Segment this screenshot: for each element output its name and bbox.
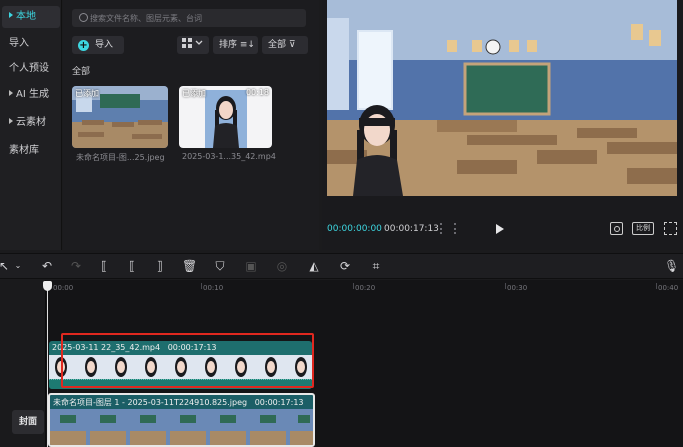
fullscreen-icon[interactable] <box>664 222 677 235</box>
ruler-tick <box>201 283 202 289</box>
import-button[interactable]: + 导入 <box>72 36 124 54</box>
ruler-tick <box>505 283 506 289</box>
sort-button[interactable]: 排序 ≡↓ <box>213 36 258 54</box>
safe-area-icon[interactable] <box>440 223 456 234</box>
video-duration: 00:18 <box>245 88 269 97</box>
editor-window: 本地 导入 个人预设 AI 生成 云素材 素材库 +导入 排序 ≡↓ 全部 ⊽ … <box>0 0 683 447</box>
grid-view-icon <box>182 38 203 48</box>
sort-icon: ≡↓ <box>239 40 255 50</box>
video-preview[interactable] <box>327 0 677 196</box>
plus-icon: + <box>78 40 89 51</box>
split-icon[interactable]: ⟦ <box>98 260 110 272</box>
nav-item-ai-generate[interactable]: AI 生成 <box>0 84 58 106</box>
nav-item-asset-library[interactable]: 素材库 <box>0 140 58 162</box>
media-search[interactable] <box>72 9 306 27</box>
media-item-classroom[interactable]: 已添加 <box>72 86 168 148</box>
expand-icon <box>9 12 13 18</box>
search-icon <box>79 13 88 22</box>
focus-icon[interactable] <box>610 222 623 235</box>
filter-icon: ⊽ <box>288 40 296 50</box>
classroom-scene <box>327 0 677 196</box>
added-badge: 已添加 <box>182 89 206 98</box>
clip-frames <box>50 409 313 445</box>
ruler-label: 00:30 <box>507 284 528 292</box>
ruler-label: 00:40 <box>658 284 679 292</box>
split-left-icon[interactable]: ⟦ <box>126 260 138 272</box>
nav-item-local[interactable]: 本地 <box>2 6 60 28</box>
expand-icon <box>9 118 13 124</box>
media-filename: 未命名项目-图...25.jpeg <box>76 153 165 162</box>
mirror-icon[interactable]: ◭ <box>308 260 320 272</box>
undo-icon[interactable]: ↶ <box>41 260 53 272</box>
view-mode-button[interactable] <box>177 36 209 54</box>
selection-highlight <box>61 333 314 388</box>
media-item-video[interactable]: 已添加 00:18 <box>179 86 272 148</box>
media-filename: 2025-03-1...35_42.mp4 <box>182 152 276 161</box>
record-icon: ◎ <box>276 259 288 273</box>
chevron-down-icon[interactable]: ⌄ <box>12 260 24 272</box>
total-time: 00:00:17:13 <box>384 224 439 234</box>
current-time: 00:00:00:00 <box>327 224 382 234</box>
ruler-label: 00:20 <box>355 284 376 292</box>
delete-icon[interactable]: 🗑 <box>182 260 197 272</box>
cover-button[interactable]: 封面 <box>12 410 44 434</box>
nav-item-cloud-assets[interactable]: 云素材 <box>0 112 58 134</box>
filter-button[interactable]: 全部 ⊽ <box>262 36 308 54</box>
ratio-button[interactable]: 比例 <box>632 222 654 235</box>
expand-icon <box>9 90 13 96</box>
sidebar-nav: 本地 导入 个人预设 AI 生成 云素材 素材库 <box>0 0 62 250</box>
added-badge: 已添加 <box>75 89 99 98</box>
shield-icon[interactable]: ⛉ <box>214 260 226 272</box>
section-label: 全部 <box>72 67 91 77</box>
ruler-tick <box>656 283 657 289</box>
rotate-icon[interactable]: ⟳ <box>339 260 351 272</box>
mic-icon[interactable]: 🎙 <box>664 260 679 272</box>
image-clip[interactable]: 未命名项目-图层 1 - 2025-03-11T224910.825.jpeg … <box>48 393 315 447</box>
edit-toolbar: ↖ ⌄ ↶ ↷ ⟦ ⟦ ⟧ 🗑 ⛉ ▣ ◎ ◭ ⟳ ⌗ 🎙 <box>0 253 683 279</box>
redo-icon: ↷ <box>70 259 82 273</box>
playhead[interactable] <box>47 285 48 447</box>
clip-title: 未命名项目-图层 1 - 2025-03-11T224910.825.jpeg … <box>53 398 304 407</box>
ruler-tick <box>353 283 354 289</box>
ruler-label: 00:00 <box>53 284 74 292</box>
select-icon[interactable]: ↖ <box>0 260 10 272</box>
crop-icon[interactable]: ⌗ <box>370 260 382 272</box>
search-input[interactable] <box>90 11 290 25</box>
split-right-icon[interactable]: ⟧ <box>154 260 166 272</box>
play-icon[interactable] <box>496 224 504 234</box>
ruler-label: 00:10 <box>203 284 224 292</box>
classroom-frame-strip <box>50 409 313 445</box>
nav-item-import[interactable]: 导入 <box>0 33 58 55</box>
freeze-icon: ▣ <box>245 259 257 273</box>
nav-item-personal-presets[interactable]: 个人预设 <box>0 58 58 80</box>
playhead-handle[interactable] <box>43 281 52 291</box>
